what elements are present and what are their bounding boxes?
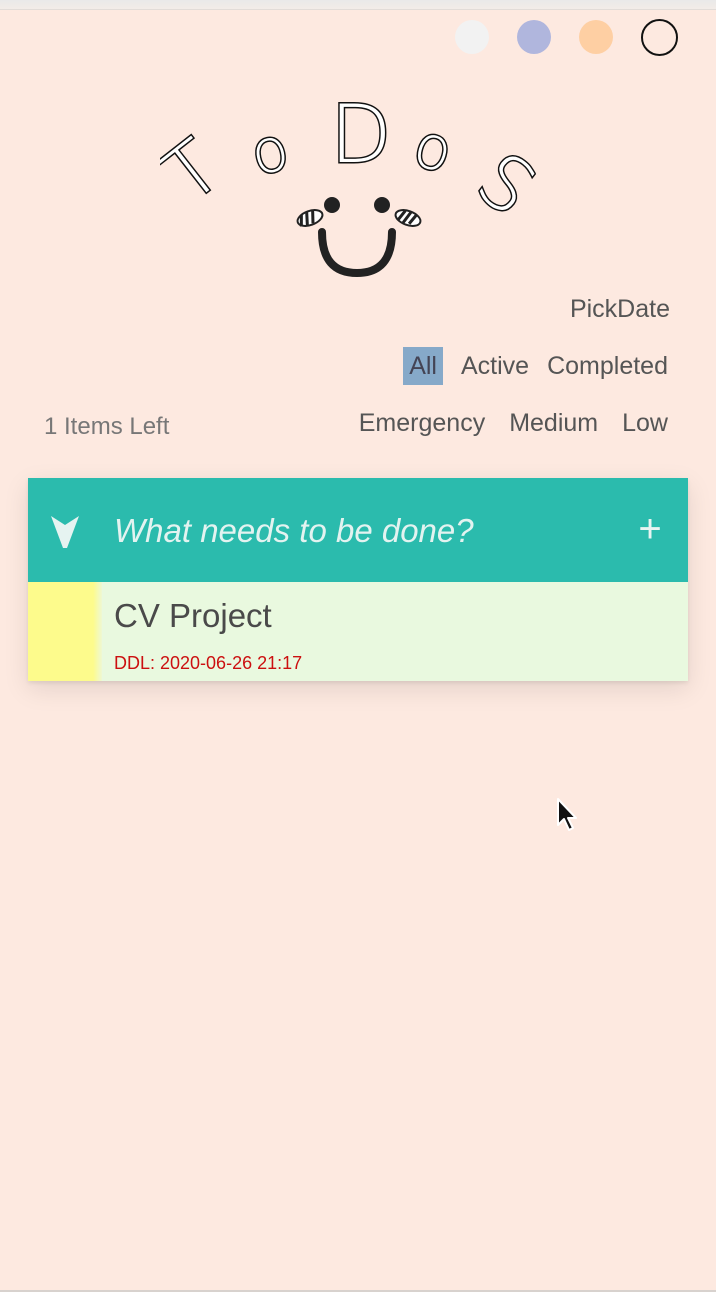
theme-picker <box>0 19 716 56</box>
priority-indicator[interactable] <box>28 582 102 681</box>
new-todo-bar: + <box>28 478 688 582</box>
logo-letter: o <box>406 110 461 187</box>
todo-title[interactable]: CV Project <box>114 597 272 635</box>
filter-completed[interactable]: Completed <box>547 347 668 385</box>
todo-deadline: DDL: 2020-06-26 21:17 <box>114 653 303 673</box>
filter-active[interactable]: Active <box>461 347 529 385</box>
smiley-face-icon <box>296 197 422 278</box>
priority-low[interactable]: Low <box>622 409 668 438</box>
items-left-count: 1 Items Left <box>44 413 170 440</box>
add-todo-button[interactable]: + <box>628 504 672 554</box>
logo-letter: S <box>461 136 551 233</box>
theme-swatch-outline[interactable] <box>641 19 678 56</box>
theme-swatch-white[interactable] <box>455 20 489 54</box>
logo-letter: T <box>160 124 237 220</box>
logo-letter: o <box>245 114 295 190</box>
priority-medium[interactable]: Medium <box>509 409 598 438</box>
window-top-edge <box>0 0 716 10</box>
theme-swatch-lavender[interactable] <box>517 20 551 54</box>
new-todo-input[interactable] <box>112 504 586 558</box>
status-filters: All Active Completed <box>403 347 668 385</box>
priority-emergency[interactable]: Emergency <box>359 409 485 438</box>
toggle-all-chevron-icon[interactable] <box>48 510 82 550</box>
filter-all[interactable]: All <box>403 347 443 385</box>
todos-logo: T o D o S <box>160 87 552 278</box>
pick-date-button[interactable]: PickDate <box>570 295 670 324</box>
todo-list-card: + CV Project DDL: 2020-06-26 21:17 <box>28 478 688 681</box>
todo-item[interactable]: CV Project DDL: 2020-06-26 21:17 <box>28 582 688 681</box>
priority-filters: Emergency Medium Low <box>359 409 668 438</box>
logo-letter: D <box>330 88 392 181</box>
theme-swatch-peach[interactable] <box>579 20 613 54</box>
mouse-cursor-icon <box>557 798 577 831</box>
